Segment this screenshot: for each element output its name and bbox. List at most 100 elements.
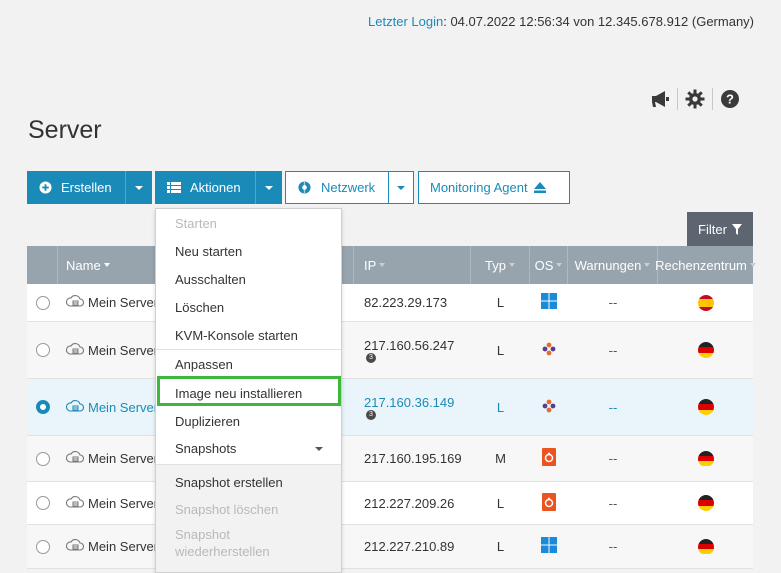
server-name[interactable]: Mein Server	[88, 451, 158, 466]
ip-cell: 212.227.210.89	[354, 525, 471, 568]
type-cell: M	[471, 436, 530, 481]
germany-flag-icon	[697, 342, 714, 358]
create-button[interactable]: Erstellen	[27, 171, 125, 204]
server-name[interactable]: Mein Server	[88, 496, 158, 511]
header-datacenter-label: Rechenzentrum	[655, 257, 747, 273]
server-name[interactable]: Mein Server	[88, 295, 158, 310]
germany-flag-icon	[697, 399, 714, 415]
menu-item-kvm-konsole-starten[interactable]: KVM-Konsole starten	[156, 322, 341, 349]
actions-button-group: Aktionen	[155, 171, 282, 204]
filter-button[interactable]: Filter	[687, 212, 753, 246]
header-datacenter[interactable]: Rechenzentrum	[655, 246, 756, 284]
datacenter-cell	[658, 379, 753, 435]
create-dropdown-toggle[interactable]	[125, 171, 152, 204]
menu-item-l-schen[interactable]: Löschen	[156, 294, 341, 321]
warnings-cell: --	[568, 525, 658, 568]
server-name[interactable]: Mein Server	[88, 343, 158, 358]
page-title: Server	[28, 116, 102, 144]
menu-item-anpassen[interactable]: Anpassen	[156, 351, 341, 378]
ip-cell: 217.160.56.247 3	[354, 322, 471, 378]
filter-button-label: Filter	[698, 221, 727, 237]
server-type: L	[496, 295, 505, 310]
table-row[interactable]: Mein Server 217.160.36.149 3 L --	[27, 379, 753, 436]
server-type: L	[496, 399, 505, 415]
menu-item-duplizieren[interactable]: Duplizieren	[156, 408, 341, 435]
table-row[interactable]: Mein Server 217.160.56.247 3 L --	[27, 322, 753, 379]
menu-item-ausschalten[interactable]: Ausschalten	[156, 266, 341, 293]
ip-count-badge: 3	[366, 409, 376, 420]
ubuntu-os-icon	[542, 448, 556, 469]
chevron-down-icon	[135, 185, 143, 190]
germany-flag-icon	[697, 538, 714, 555]
ip-cell: 212.227.209.26	[354, 482, 471, 524]
type-cell: L	[471, 525, 530, 568]
row-select-radio[interactable]	[27, 284, 58, 321]
monitoring-agent-button[interactable]: Monitoring Agent	[418, 171, 570, 204]
spain-flag-icon	[697, 294, 714, 311]
chevron-down-icon	[265, 185, 273, 190]
ip-address: 217.160.195.169	[364, 451, 462, 466]
ip-address: 212.227.209.26	[364, 495, 455, 511]
chevron-down-icon	[315, 447, 323, 451]
germany-flag-icon	[697, 450, 714, 467]
warnings-value: --	[608, 539, 618, 554]
server-table: Name IP Typ OS Warnungen Rechenzentrum M…	[27, 246, 756, 569]
type-cell: L	[471, 284, 530, 321]
warnings-value: --	[608, 399, 618, 415]
header-type[interactable]: Typ	[471, 246, 530, 284]
cloud-server-icon	[65, 450, 85, 467]
menu-divider	[156, 349, 341, 350]
header-type-label: Typ	[485, 257, 506, 273]
warnings-cell: --	[568, 379, 658, 435]
ip-count-badge: 3	[366, 352, 376, 363]
header-os-label: OS	[534, 257, 554, 273]
last-login-label[interactable]: Letzter Login	[368, 14, 443, 29]
network-dropdown-toggle[interactable]	[388, 172, 413, 203]
menu-item-snapshot-erstellen[interactable]: Snapshot erstellen	[156, 469, 341, 496]
megaphone-icon[interactable]	[643, 86, 677, 112]
row-select-radio[interactable]	[27, 379, 58, 435]
warnings-value: --	[608, 451, 618, 466]
row-select-radio[interactable]	[27, 482, 58, 524]
type-cell: L	[471, 482, 530, 524]
actions-dropdown-toggle[interactable]	[255, 171, 282, 204]
monitoring-agent-label: Monitoring Agent	[430, 180, 528, 195]
sort-caret-icon	[379, 263, 386, 267]
row-select-radio[interactable]	[27, 525, 58, 568]
os-cell	[530, 379, 568, 435]
server-name[interactable]: Mein Server	[88, 400, 158, 415]
warnings-cell: --	[568, 436, 658, 481]
header-ip[interactable]: IP	[354, 246, 471, 284]
sort-caret-icon	[644, 263, 651, 267]
header-warnings[interactable]: Warnungen	[568, 246, 658, 284]
network-button-label: Netzwerk	[321, 180, 376, 195]
menu-item-snapshot-l-schen: Snapshot löschen	[175, 502, 279, 517]
header-os[interactable]: OS	[530, 246, 568, 284]
server-name[interactable]: Mein Server	[88, 539, 158, 554]
create-button-group: Erstellen	[27, 171, 152, 204]
menu-item-snapshots[interactable]: Snapshots	[156, 435, 341, 462]
warnings-value: --	[608, 342, 618, 358]
os-cell	[530, 436, 568, 481]
row-select-radio[interactable]	[27, 436, 58, 481]
row-select-radio[interactable]	[27, 322, 58, 378]
table-row[interactable]: Mein Server 212.227.209.26 L --	[27, 482, 753, 525]
ip-cell: 217.160.36.149 3	[354, 379, 471, 435]
type-cell: L	[471, 322, 530, 378]
server-type: M	[495, 451, 506, 466]
warnings-cell: --	[568, 322, 658, 378]
header-name-label: Name	[66, 257, 101, 273]
server-type: L	[496, 495, 505, 511]
gear-icon[interactable]	[678, 86, 712, 112]
network-button[interactable]: Netzwerk	[286, 172, 388, 203]
help-icon[interactable]: ?	[713, 86, 747, 112]
ip-cell: 217.160.195.169	[354, 436, 471, 481]
table-row[interactable]: Mein Server 217.160.195.169 M --	[27, 436, 753, 482]
sort-caret-icon	[508, 263, 515, 267]
actions-button[interactable]: Aktionen	[155, 171, 255, 204]
sort-caret-icon	[556, 263, 563, 267]
menu-item-snapshot-wiederherstellen: Snapshot wiederherstellen	[175, 527, 270, 559]
table-row[interactable]: Mein Server 82.223.29.173 L --	[27, 284, 753, 322]
menu-item-neu-starten[interactable]: Neu starten	[156, 238, 341, 265]
table-row[interactable]: Mein Server 212.227.210.89 L --	[27, 525, 753, 569]
